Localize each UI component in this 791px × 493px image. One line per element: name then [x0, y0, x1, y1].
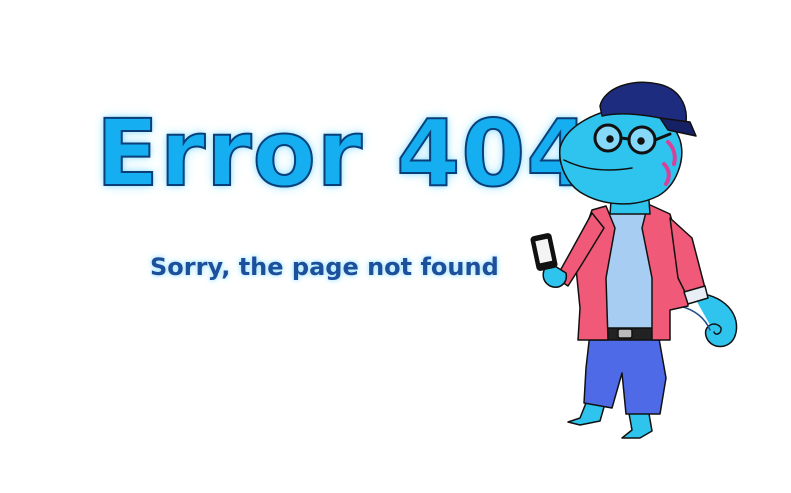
- error-title: Error 404: [95, 100, 592, 207]
- error-page: Error 404 Sorry, the page not found: [0, 0, 791, 493]
- error-subtitle: Sorry, the page not found: [150, 253, 499, 281]
- chameleon-mascot-icon: [530, 81, 738, 439]
